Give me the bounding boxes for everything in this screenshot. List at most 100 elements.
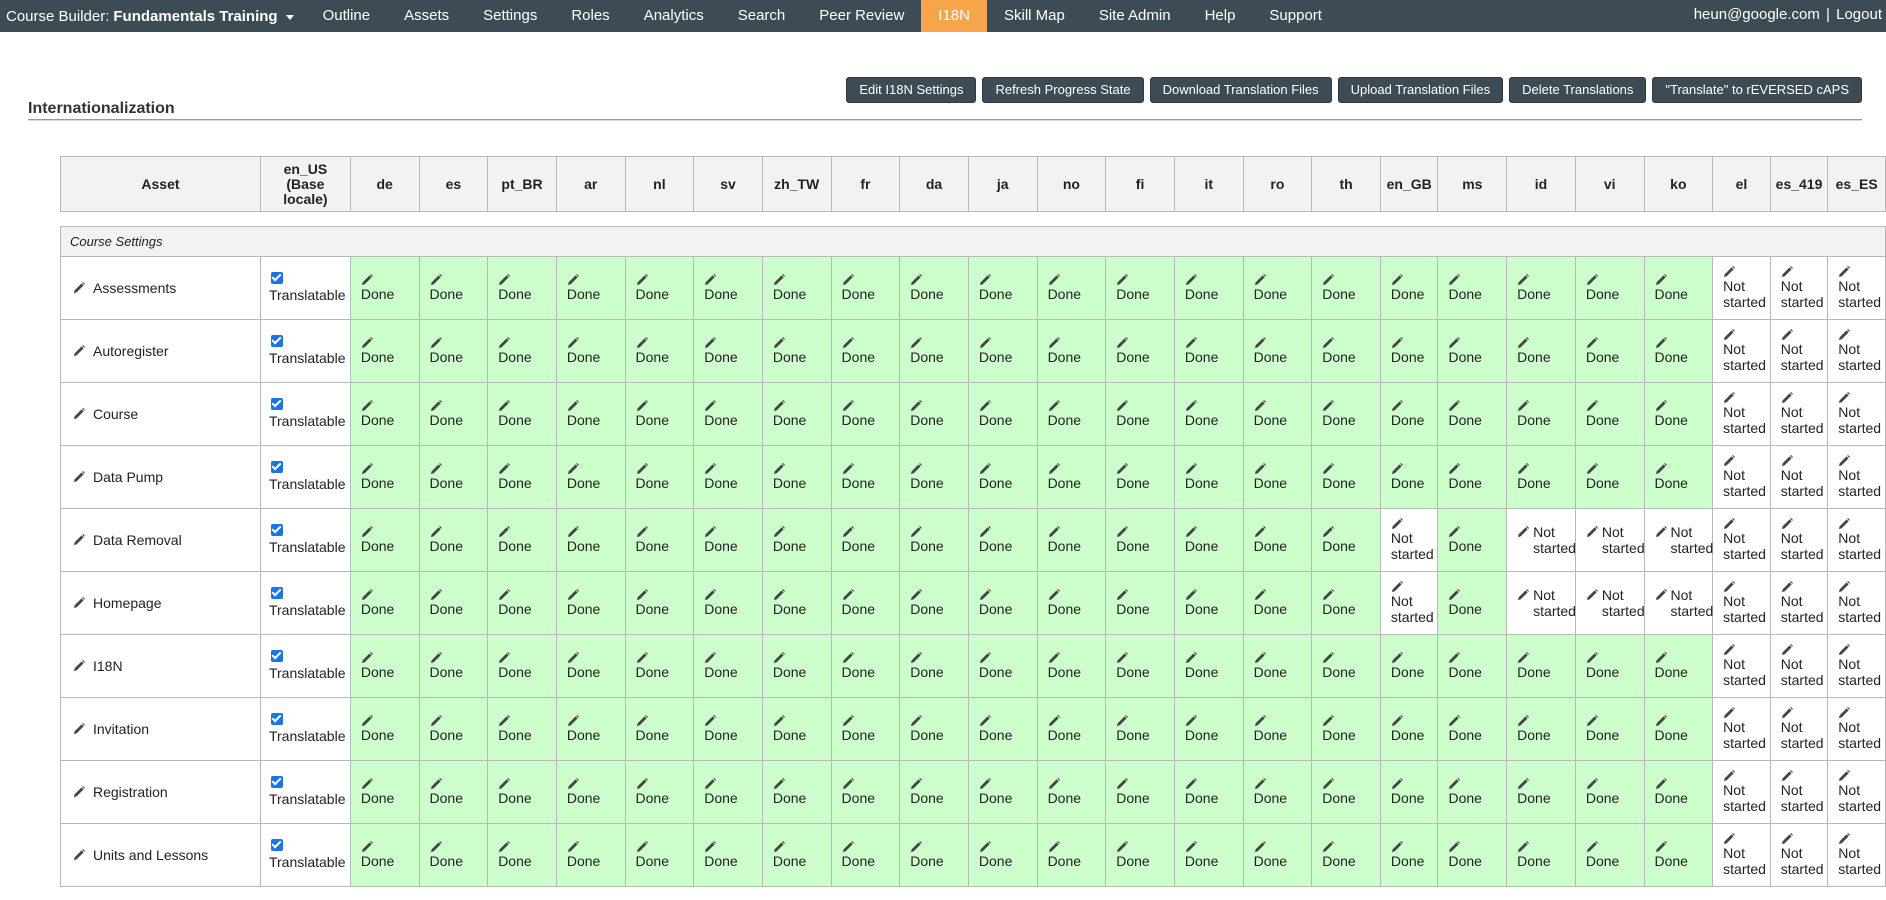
status-cell-fr[interactable]: Done [830, 319, 901, 383]
status-cell-es_es[interactable]: Not started [1827, 697, 1886, 761]
pencil-icon[interactable] [979, 526, 991, 538]
pencil-icon[interactable] [1391, 274, 1403, 286]
asset-name[interactable]: Units and Lessons [93, 847, 208, 863]
pencil-icon[interactable] [704, 463, 717, 475]
asset-name[interactable]: Registration [93, 784, 168, 800]
pencil-icon[interactable] [704, 526, 717, 538]
status-cell-it[interactable]: Done [1173, 823, 1244, 887]
pencil-icon[interactable] [704, 715, 717, 727]
pencil-icon[interactable] [636, 589, 648, 601]
status-cell-id[interactable]: Done [1506, 634, 1576, 698]
pencil-icon[interactable] [1723, 833, 1736, 845]
status-cell-th[interactable]: Done [1311, 256, 1381, 320]
pencil-icon[interactable] [910, 337, 923, 349]
nav-item-i18n[interactable]: I18N [921, 0, 987, 32]
pencil-icon[interactable] [910, 652, 923, 664]
status-cell-ar[interactable]: Done [555, 256, 626, 320]
pencil-icon[interactable] [979, 841, 991, 853]
status-cell-da[interactable]: Done [899, 634, 969, 698]
pencil-icon[interactable] [498, 841, 511, 853]
pencil-icon[interactable] [773, 778, 785, 790]
pencil-icon[interactable] [1517, 337, 1530, 349]
pencil-icon[interactable] [704, 274, 717, 286]
pencil-icon[interactable] [704, 400, 717, 412]
status-cell-nl[interactable]: Done [624, 445, 695, 509]
pencil-icon[interactable] [636, 337, 648, 349]
pencil-icon[interactable] [1723, 455, 1736, 467]
status-cell-en_gb[interactable]: Done [1379, 697, 1439, 761]
pencil-icon[interactable] [773, 526, 785, 538]
pencil-icon[interactable] [1116, 463, 1129, 475]
status-cell-vi[interactable]: Not started [1574, 508, 1645, 572]
pencil-icon[interactable] [979, 463, 991, 475]
pencil-icon[interactable] [704, 778, 717, 790]
pencil-icon[interactable] [430, 652, 442, 664]
pencil-icon[interactable] [1048, 274, 1060, 286]
pencil-icon[interactable] [636, 526, 648, 538]
pencil-icon[interactable] [1517, 589, 1530, 601]
pencil-icon[interactable] [567, 463, 579, 475]
status-cell-vi[interactable]: Done [1574, 319, 1645, 383]
status-cell-pt_br[interactable]: Done [487, 697, 557, 761]
status-cell-th[interactable]: Done [1311, 823, 1381, 887]
pencil-icon[interactable] [1448, 400, 1461, 412]
status-cell-zh_tw[interactable]: Done [761, 634, 832, 698]
pencil-icon[interactable] [361, 526, 373, 538]
status-cell-ar[interactable]: Done [555, 382, 626, 446]
pencil-icon[interactable] [1838, 707, 1851, 719]
status-cell-ms[interactable]: Done [1437, 445, 1508, 509]
status-cell-ms[interactable]: Done [1437, 319, 1508, 383]
pencil-icon[interactable] [1391, 518, 1403, 530]
pencil-icon[interactable] [430, 400, 442, 412]
pencil-icon[interactable] [73, 723, 85, 735]
pencil-icon[interactable] [430, 337, 442, 349]
pencil-icon[interactable] [1723, 266, 1736, 278]
status-cell-ar[interactable]: Done [555, 508, 626, 572]
status-cell-th[interactable]: Done [1311, 697, 1381, 761]
pencil-icon[interactable] [1781, 266, 1793, 278]
status-cell-ar[interactable]: Done [555, 760, 626, 824]
nav-item-help[interactable]: Help [1188, 0, 1253, 32]
status-cell-sv[interactable]: Done [693, 445, 763, 509]
status-cell-vi[interactable]: Done [1574, 445, 1645, 509]
status-cell-fi[interactable]: Done [1105, 634, 1175, 698]
status-cell-fi[interactable]: Done [1105, 382, 1175, 446]
nav-item-analytics[interactable]: Analytics [627, 0, 721, 32]
status-cell-en_gb[interactable]: Not started [1379, 571, 1439, 635]
status-cell-en_gb[interactable]: Done [1379, 382, 1439, 446]
status-cell-da[interactable]: Done [899, 760, 969, 824]
status-cell-ja[interactable]: Done [967, 697, 1038, 761]
pencil-icon[interactable] [498, 526, 511, 538]
pencil-icon[interactable] [1781, 833, 1793, 845]
pencil-icon[interactable] [73, 471, 85, 483]
pencil-icon[interactable] [910, 463, 923, 475]
status-cell-de[interactable]: Done [349, 760, 420, 824]
status-cell-fi[interactable]: Done [1105, 445, 1175, 509]
pencil-icon[interactable] [979, 589, 991, 601]
pencil-icon[interactable] [1116, 337, 1129, 349]
status-cell-vi[interactable]: Done [1574, 760, 1645, 824]
status-cell-zh_tw[interactable]: Done [761, 571, 832, 635]
status-cell-el[interactable]: Not started [1712, 382, 1771, 446]
pencil-icon[interactable] [73, 786, 85, 798]
asset-name[interactable]: Data Removal [93, 532, 182, 548]
pencil-icon[interactable] [704, 337, 717, 349]
status-cell-nl[interactable]: Done [624, 508, 695, 572]
pencil-icon[interactable] [1723, 392, 1736, 404]
pencil-icon[interactable] [361, 463, 373, 475]
pencil-icon[interactable] [1048, 463, 1060, 475]
pencil-icon[interactable] [1116, 841, 1129, 853]
status-cell-zh_tw[interactable]: Done [761, 760, 832, 824]
status-cell-it[interactable]: Done [1173, 508, 1244, 572]
asset-name[interactable]: Assessments [93, 280, 176, 296]
status-cell-id[interactable]: Done [1506, 256, 1576, 320]
status-cell-it[interactable]: Done [1173, 697, 1244, 761]
pencil-icon[interactable] [1723, 644, 1736, 656]
status-cell-nl[interactable]: Done [624, 256, 695, 320]
status-cell-el[interactable]: Not started [1712, 823, 1771, 887]
pencil-icon[interactable] [567, 841, 579, 853]
status-cell-ro[interactable]: Done [1242, 760, 1313, 824]
status-cell-ko[interactable]: Done [1643, 823, 1714, 887]
status-cell-th[interactable]: Done [1311, 382, 1381, 446]
nav-item-support[interactable]: Support [1252, 0, 1339, 32]
